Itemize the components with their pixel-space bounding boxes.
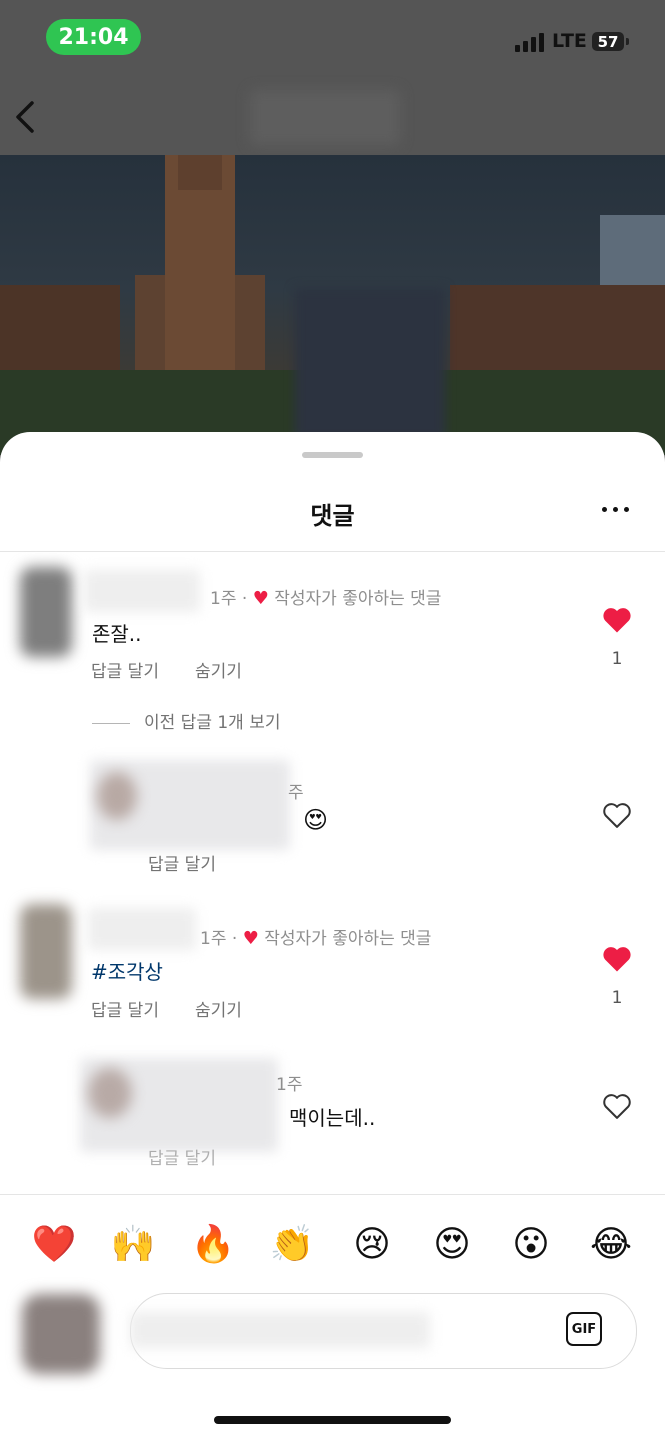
reply-button[interactable]: 답글 달기: [148, 850, 216, 875]
status-bar: 21:04 LTE 57: [0, 0, 665, 80]
emoji-laughing[interactable]: 😂: [587, 1220, 635, 1268]
heart-filled-icon: ♥: [242, 928, 259, 949]
emoji-crying[interactable]: 😢: [348, 1220, 396, 1268]
comment-meta: 1주 · ♥ 작성자가 좋아하는 댓글: [210, 588, 442, 609]
network-label: LTE: [552, 30, 587, 52]
drag-handle[interactable]: [302, 452, 363, 458]
reply-text: 맥이는데..: [289, 1106, 376, 1130]
heart-outline-icon[interactable]: [602, 801, 632, 829]
like-count: 1: [611, 649, 623, 669]
status-time[interactable]: 21:04: [46, 19, 141, 55]
signal-icon: [515, 32, 547, 52]
emoji-heart-eyes[interactable]: 😍: [428, 1220, 476, 1268]
hide-button[interactable]: 숨기기: [195, 996, 242, 1021]
back-icon[interactable]: [10, 97, 46, 137]
comment-hashtag[interactable]: #조각상: [91, 956, 163, 985]
reply-time: 주: [288, 783, 304, 803]
reply-button[interactable]: 답글 달기: [91, 996, 159, 1021]
divider: [0, 1194, 665, 1195]
sheet-title: 댓글: [310, 502, 355, 530]
reply-emoji: 😍: [303, 806, 329, 834]
gif-icon[interactable]: GIF: [566, 1312, 602, 1346]
avatar[interactable]: [20, 904, 72, 999]
avatar[interactable]: [88, 1068, 132, 1118]
reply-button[interactable]: 답글 달기: [148, 1144, 216, 1169]
divider: [0, 551, 665, 552]
avatar[interactable]: [97, 772, 137, 820]
avatar: [22, 1294, 100, 1374]
blurred-title: [250, 90, 400, 145]
emoji-quick-bar: ❤️ 🙌 🔥 👏 😢 😍 😮 😂: [0, 1212, 665, 1274]
comments-sheet: 댓글 1주 · ♥ 작성자가 좋아하는 댓글 존잘.. 답글 달기 숨기기 1 …: [0, 432, 665, 1440]
post-header: [0, 80, 665, 155]
reply-button[interactable]: 답글 달기: [91, 657, 159, 682]
comment-text: 존잘..: [92, 622, 142, 646]
blurred-input-placeholder: [130, 1312, 430, 1348]
avatar[interactable]: [20, 567, 72, 657]
battery-icon: 57: [592, 32, 629, 51]
emoji-surprised[interactable]: 😮: [507, 1220, 555, 1268]
reply-time: 1주: [276, 1075, 303, 1095]
like-count: 1: [611, 988, 623, 1008]
heart-filled-icon[interactable]: [602, 945, 632, 973]
home-indicator[interactable]: [214, 1416, 451, 1424]
emoji-fire[interactable]: 🔥: [189, 1220, 237, 1268]
emoji-heart[interactable]: ❤️: [30, 1220, 78, 1268]
hide-button[interactable]: 숨기기: [195, 657, 242, 682]
blurred-username[interactable]: [84, 570, 200, 612]
emoji-raised-hands[interactable]: 🙌: [109, 1220, 157, 1268]
divider-line: [92, 722, 130, 724]
heart-outline-icon[interactable]: [602, 1092, 632, 1120]
heart-filled-icon[interactable]: [602, 606, 632, 634]
heart-filled-icon: ♥: [252, 588, 269, 609]
blurred-overlay: [295, 288, 445, 440]
more-icon[interactable]: [600, 504, 632, 514]
blurred-username[interactable]: [88, 908, 196, 950]
view-previous-replies[interactable]: 이전 답글 1개 보기: [92, 708, 281, 733]
comment-meta: 1주 · ♥ 작성자가 좋아하는 댓글: [200, 928, 432, 949]
emoji-clap[interactable]: 👏: [268, 1220, 316, 1268]
